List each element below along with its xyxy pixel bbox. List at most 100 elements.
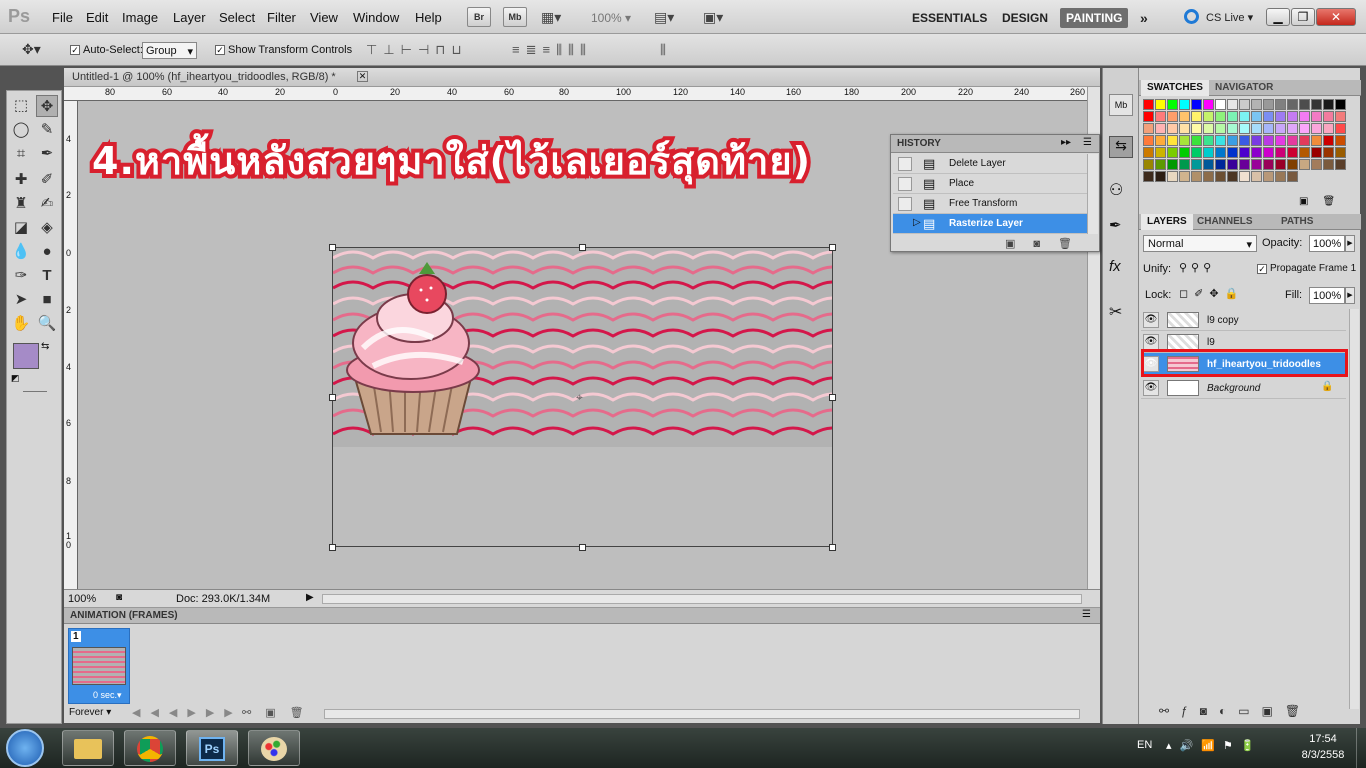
zoom-tool-icon[interactable]: 🔍 [36,313,58,335]
color-swatch[interactable] [1275,99,1286,110]
history-brush-icon[interactable]: ✍ [36,193,58,215]
layer-row[interactable]: 👁 l9 copy [1141,309,1346,331]
paint-bucket-icon[interactable]: ◈ [36,217,58,239]
color-swatch[interactable] [1275,171,1286,182]
actions-panel-icon[interactable]: ⚇ [1109,180,1123,200]
swatch-footer-icons[interactable]: ▣🗑 [1299,196,1349,207]
eraser-tool-icon[interactable]: ◪ [10,217,32,239]
status-zoom[interactable]: 100% [68,593,96,605]
color-swatch[interactable] [1227,159,1238,170]
marquee-tool-icon[interactable]: ⬚ [10,95,32,117]
color-swatch[interactable] [1299,135,1310,146]
color-swatch[interactable] [1251,123,1262,134]
color-swatch[interactable] [1191,123,1202,134]
color-swatch[interactable] [1275,111,1286,122]
unify-icons[interactable]: ⚲⚲⚲ [1179,261,1215,274]
color-swatch[interactable] [1263,135,1274,146]
transform-handle[interactable] [829,544,836,551]
color-swatch[interactable] [1311,123,1322,134]
zoom-level-dropdown[interactable]: 100% ▾ [591,11,631,25]
color-swatch[interactable] [1227,123,1238,134]
color-swatch[interactable] [1311,111,1322,122]
shape-tool-icon[interactable]: ■ [36,289,58,311]
color-swatch[interactable] [1167,99,1178,110]
color-swatch[interactable] [1215,147,1226,158]
tab-navigator[interactable]: NAVIGATOR [1209,80,1279,96]
history-scrollbar[interactable] [1087,154,1098,234]
language-indicator[interactable]: EN [1137,739,1152,751]
menu-edit[interactable]: Edit [86,10,108,25]
color-swatch[interactable] [1143,99,1154,110]
color-swatch[interactable] [1167,111,1178,122]
color-swatch[interactable] [1179,171,1190,182]
color-swatch[interactable] [1155,159,1166,170]
history-source-box[interactable] [898,157,912,171]
history-item-selected[interactable]: ▷ ▤ Rasterize Layer [893,214,1087,234]
color-swatch[interactable] [1251,171,1262,182]
color-swatch[interactable] [1263,171,1274,182]
color-swatch[interactable] [1203,123,1214,134]
loop-dropdown[interactable]: Forever ▾ [69,707,111,718]
color-swatch[interactable] [1287,135,1298,146]
color-swatch[interactable] [1143,147,1154,158]
color-swatch[interactable] [1191,135,1202,146]
start-button[interactable] [6,729,44,767]
color-swatch[interactable] [1179,135,1190,146]
color-swatch[interactable] [1155,171,1166,182]
color-swatch[interactable] [1251,147,1262,158]
color-swatch[interactable] [1335,159,1346,170]
color-swatch[interactable] [1239,123,1250,134]
tools-presets-icon[interactable]: ✂ [1109,302,1122,322]
crop-tool-icon[interactable]: ⌗ [10,143,32,165]
color-swatch[interactable] [1251,111,1262,122]
color-swatch[interactable] [1323,135,1334,146]
color-swatch[interactable] [1167,135,1178,146]
color-swatch[interactable] [1155,99,1166,110]
color-swatch[interactable] [1143,159,1154,170]
color-swatch[interactable] [1215,99,1226,110]
color-swatch[interactable] [1251,135,1262,146]
transform-handle[interactable] [829,244,836,251]
clock-time[interactable]: 17:54 [1300,733,1346,745]
styles-panel-icon[interactable]: fx [1109,258,1121,275]
menu-filter[interactable]: Filter [267,10,296,25]
transform-handle[interactable] [579,244,586,251]
color-swatch[interactable] [1287,159,1298,170]
color-swatch[interactable] [1179,123,1190,134]
color-swatch[interactable] [1215,135,1226,146]
color-swatch[interactable] [1191,159,1202,170]
visibility-eye-icon[interactable]: 👁 [1143,312,1159,328]
color-swatch[interactable] [1311,99,1322,110]
fill-input[interactable]: 100% [1309,287,1345,304]
blur-tool-icon[interactable]: 💧 [10,241,32,263]
color-swatch[interactable] [1251,99,1262,110]
tab-channels[interactable]: CHANNELS [1191,214,1259,230]
color-swatch[interactable] [1155,111,1166,122]
type-tool-icon[interactable]: T [36,265,58,287]
color-swatch[interactable] [1323,159,1334,170]
color-swatch[interactable] [1227,111,1238,122]
menu-image[interactable]: Image [122,10,158,25]
transform-center-icon[interactable]: ⌖ [576,390,583,405]
color-swatch[interactable] [1167,147,1178,158]
color-swatch[interactable] [1323,111,1334,122]
color-swatch[interactable] [1143,171,1154,182]
color-swatch[interactable] [1323,147,1334,158]
history-item[interactable]: ▤ Place [893,174,1087,194]
color-swatch[interactable] [1179,99,1190,110]
brush-presets-icon[interactable]: ✒ [1109,216,1122,234]
color-swatch[interactable] [1239,111,1250,122]
path-select-icon[interactable]: ➤ [10,289,32,311]
color-swatch[interactable] [1239,159,1250,170]
color-swatch[interactable] [1179,111,1190,122]
color-swatch[interactable] [1167,123,1178,134]
color-swatch[interactable] [1227,171,1238,182]
color-swatch[interactable] [1275,123,1286,134]
color-swatch[interactable] [1143,123,1154,134]
workspace-painting[interactable]: PAINTING [1060,8,1129,28]
propagate-checkbox[interactable]: ✓ [1257,264,1267,274]
layers-footer-icons[interactable]: ⚯ƒ◙◐▭▣🗑 [1159,704,1312,718]
move-tool-icon[interactable]: ✥ [36,95,58,117]
status-icon[interactable]: ◙ [116,592,122,603]
color-swatch[interactable] [1155,147,1166,158]
